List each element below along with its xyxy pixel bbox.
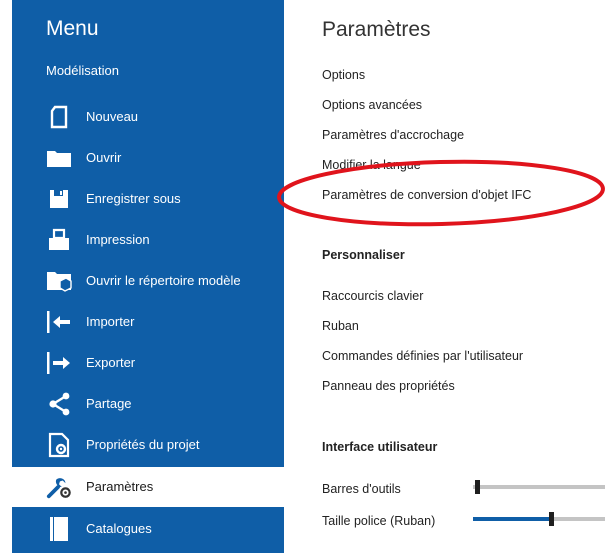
sidebar-item-label: Impression [86, 232, 150, 247]
share-icon [46, 392, 72, 416]
ribbon-font-size-slider[interactable] [473, 512, 605, 526]
menu-title: Menu [46, 17, 99, 40]
section-personnaliser: Personnaliser [322, 248, 405, 262]
sidebar-item-label: Enregistrer sous [86, 191, 181, 206]
menu-section-label: Modélisation [46, 63, 119, 78]
export-icon [46, 351, 72, 375]
settings-panel [284, 0, 605, 553]
sidebar-item-catalogues[interactable]: Catalogues [12, 509, 284, 549]
toolbars-slider[interactable] [473, 480, 605, 494]
sidebar-item-nouveau[interactable]: Nouveau [12, 97, 284, 137]
link-parametres-accrochage[interactable]: Paramètres d'accrochage [322, 128, 464, 142]
catalog-icon [46, 517, 72, 541]
sidebar-item-label: Ouvrir [86, 150, 122, 165]
sidebar-item-ouvrir-repertoire-modele[interactable]: Ouvrir le répertoire modèle [12, 261, 284, 301]
sidebar-item-importer[interactable]: Importer [12, 302, 284, 342]
printer-icon [46, 228, 72, 252]
slider-track [473, 485, 605, 489]
sidebar-item-label: Paramètres [86, 479, 154, 494]
left-margin [0, 0, 12, 553]
link-commandes-utilisateur[interactable]: Commandes définies par l'utilisateur [322, 349, 523, 363]
sidebar-item-label: Propriétés du projet [86, 437, 200, 452]
page-title: Paramètres [322, 18, 431, 41]
link-ruban[interactable]: Ruban [322, 319, 359, 333]
sidebar-item-ouvrir[interactable]: Ouvrir [12, 138, 284, 178]
link-options-avancees[interactable]: Options avancées [322, 98, 422, 112]
sidebar-item-impression[interactable]: Impression [12, 220, 284, 260]
ribbon-font-size-slider-label: Taille police (Ruban) [322, 514, 436, 528]
project-properties-icon [46, 432, 72, 458]
model-folder-icon [46, 269, 72, 293]
sidebar-item-exporter[interactable]: Exporter [12, 343, 284, 383]
link-raccourcis-clavier[interactable]: Raccourcis clavier [322, 289, 423, 303]
sidebar-item-label: Partage [86, 396, 132, 411]
toolbars-slider-label: Barres d'outils [322, 482, 401, 496]
folder-icon [46, 146, 72, 170]
slider-thumb[interactable] [475, 480, 480, 494]
link-options[interactable]: Options [322, 68, 365, 82]
slider-fill [473, 517, 549, 521]
link-conversion-ifc[interactable]: Paramètres de conversion d'objet IFC [322, 188, 531, 202]
sidebar-item-label: Nouveau [86, 109, 139, 124]
sidebar-item-enregistrer-sous[interactable]: Enregistrer sous [12, 179, 284, 219]
sidebar-item-proprietes-projet[interactable]: Propriétés du projet [12, 425, 284, 465]
settings-icon [46, 475, 72, 499]
link-modifier-langue[interactable]: Modifier la langue [322, 158, 421, 172]
link-panneau-proprietes[interactable]: Panneau des propriétés [322, 379, 455, 393]
sidebar-item-label: Importer [86, 314, 135, 329]
sidebar-item-partage[interactable]: Partage [12, 384, 284, 424]
sidebar-item-label: Ouvrir le répertoire modèle [86, 273, 241, 288]
slider-thumb[interactable] [548, 512, 554, 526]
new-document-icon [46, 105, 72, 129]
import-icon [46, 310, 72, 334]
save-icon [46, 187, 72, 211]
sidebar-menu: Menu Modélisation Nouveau Ouvrir Enregis… [12, 0, 284, 553]
sidebar-item-label: Exporter [86, 355, 136, 370]
section-interface-utilisateur: Interface utilisateur [322, 440, 438, 454]
sidebar-item-label: Catalogues [86, 521, 152, 536]
sidebar-item-parametres[interactable]: Paramètres [12, 467, 284, 507]
